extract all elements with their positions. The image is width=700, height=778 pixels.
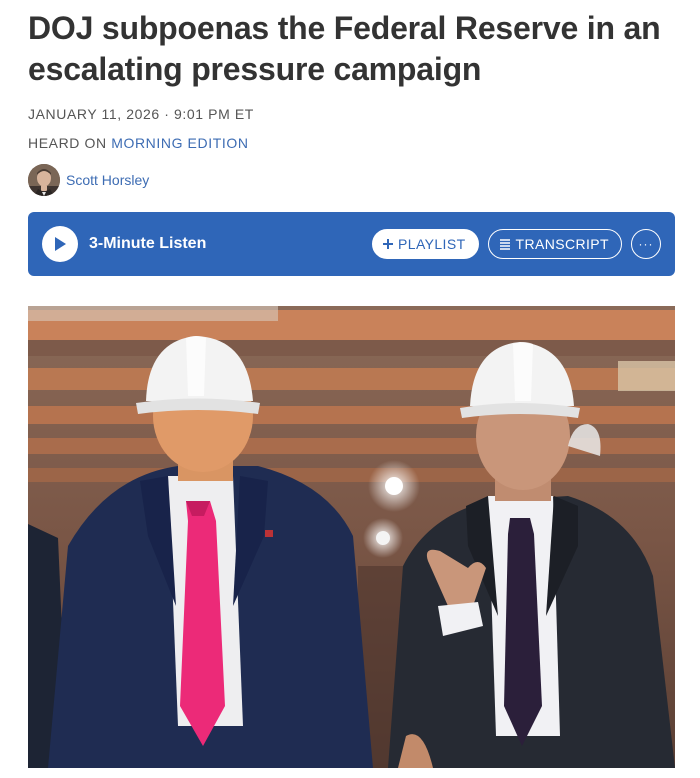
author-avatar[interactable] xyxy=(28,164,60,196)
heard-on-line: HEARD ON MORNING EDITION xyxy=(28,135,249,151)
transcript-button[interactable]: TRANSCRIPT xyxy=(487,229,622,259)
headline: DOJ subpoenas the Federal Reserve in an … xyxy=(28,10,661,87)
dateline: JANUARY 11, 2026 · 9:01 PM ET xyxy=(28,106,254,122)
transcript-label: TRANSCRIPT xyxy=(515,236,609,252)
author-name[interactable]: Scott Horsley xyxy=(66,172,149,188)
ellipsis-icon: ··· xyxy=(638,237,654,251)
transcript-lines-icon xyxy=(499,238,511,250)
byline: Scott Horsley xyxy=(28,164,149,196)
play-button[interactable] xyxy=(42,226,78,262)
more-options-button[interactable]: ··· xyxy=(631,229,661,259)
heard-on-prefix: HEARD ON xyxy=(28,135,107,151)
show-link[interactable]: MORNING EDITION xyxy=(111,135,248,151)
listen-duration-label: 3-Minute Listen xyxy=(89,235,207,252)
playlist-label: PLAYLIST xyxy=(398,236,466,252)
article-photo xyxy=(28,306,675,768)
play-icon xyxy=(55,237,66,251)
audio-player: 3-Minute Listen PLAYLIST TRANSCRIPT ··· xyxy=(28,212,675,276)
playlist-button[interactable]: PLAYLIST xyxy=(372,229,479,259)
plus-icon xyxy=(383,239,394,249)
